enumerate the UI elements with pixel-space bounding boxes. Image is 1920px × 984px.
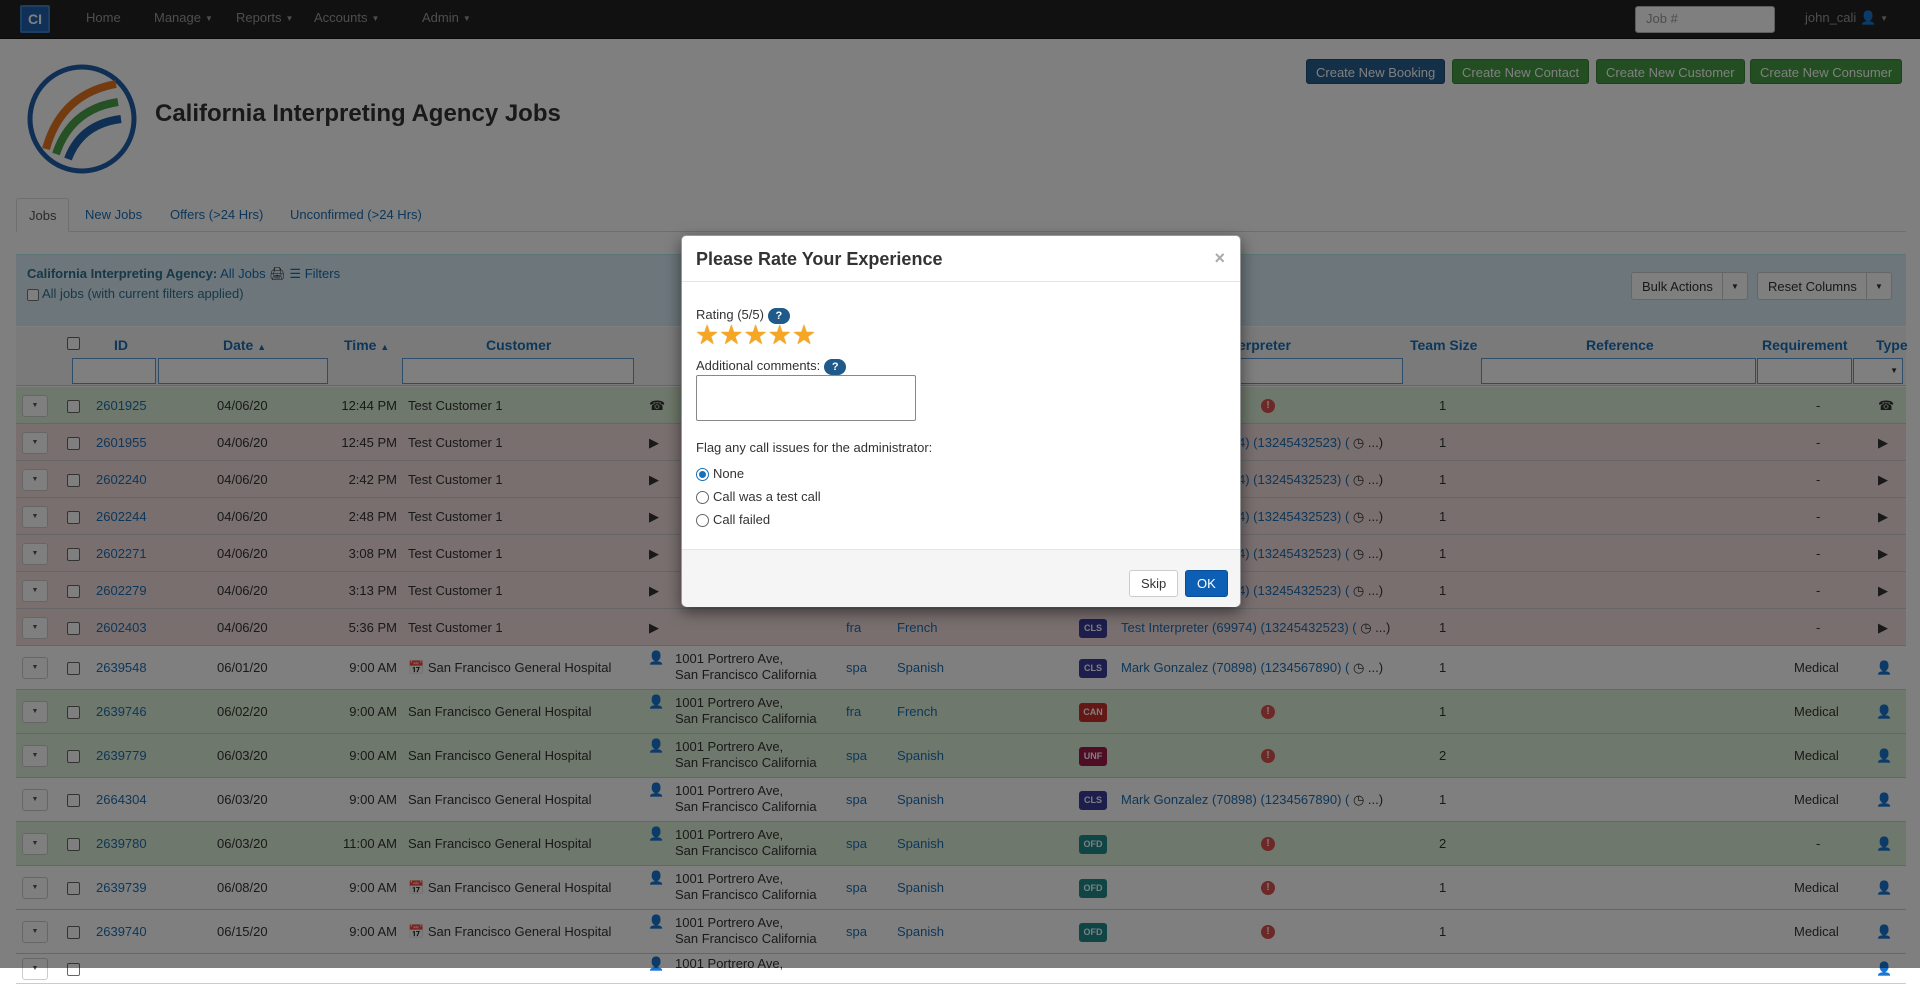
radio-button[interactable] (696, 491, 709, 505)
star-icon[interactable]: ★ (768, 321, 792, 349)
comments-textarea[interactable] (696, 375, 916, 421)
star-icon[interactable]: ★ (743, 321, 767, 349)
rating-dialog: Please Rate Your Experience × Rating (5/… (681, 235, 1241, 607)
dialog-footer: Skip OK (682, 549, 1240, 607)
dialog-header: Please Rate Your Experience × (682, 236, 1240, 282)
close-icon[interactable]: × (1214, 248, 1225, 269)
star-icon[interactable]: ★ (719, 321, 743, 349)
radio-option-none[interactable]: None (696, 466, 744, 482)
dialog-title: Please Rate Your Experience (696, 249, 943, 269)
star-icon[interactable]: ★ (695, 321, 719, 349)
radio-button[interactable] (696, 468, 709, 482)
star-rating[interactable]: ★★★★★ (695, 321, 816, 349)
comments-label: Additional comments:? (696, 358, 847, 375)
radio-option-test-call[interactable]: Call was a test call (696, 489, 821, 505)
ok-button[interactable]: OK (1185, 570, 1228, 597)
help-icon[interactable]: ? (824, 358, 847, 375)
flag-issues-label: Flag any call issues for the administrat… (696, 440, 933, 455)
radio-button[interactable] (696, 514, 709, 528)
star-icon[interactable]: ★ (792, 321, 816, 349)
radio-option-call-failed[interactable]: Call failed (696, 512, 770, 528)
skip-button[interactable]: Skip (1129, 570, 1179, 597)
